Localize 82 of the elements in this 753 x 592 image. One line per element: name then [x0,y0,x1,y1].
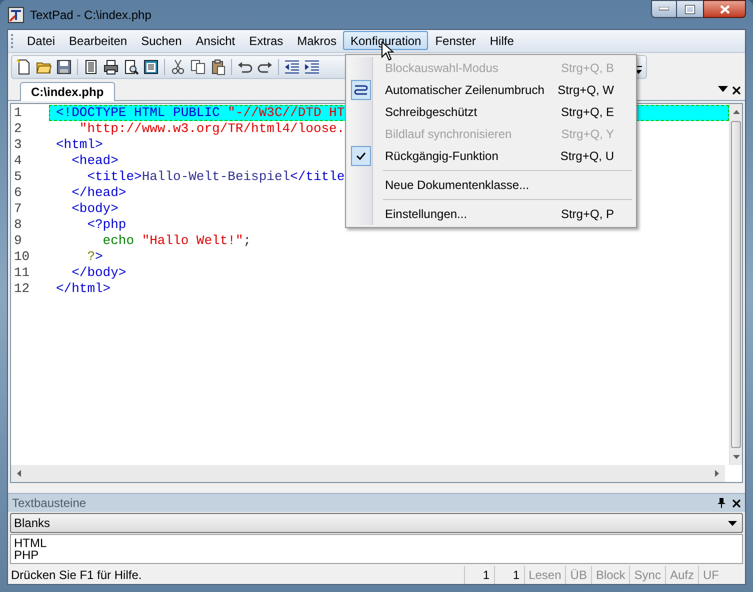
menu-item[interactable]: Ansicht [188,31,242,50]
status-field: UF [698,566,723,584]
close-icon[interactable] [732,86,741,95]
status-field: Block [590,566,630,584]
document-icon[interactable] [83,58,99,75]
new-file-icon[interactable] [16,58,32,75]
horizontal-scrollbar[interactable] [11,465,725,482]
menu-entry[interactable]: Automatischer Zeilenumbruch Strg+Q, W [348,79,634,101]
line-number: 4 [13,152,23,169]
menu-item[interactable]: Konfiguration [343,31,428,50]
code-line: <html> [55,136,103,153]
line-number: 3 [13,136,23,153]
window-icon[interactable] [143,58,159,75]
list-item[interactable]: PHP [14,549,39,562]
line-number: 11 [13,264,31,281]
dropdown-arrow-icon [728,520,737,526]
menu-item[interactable]: Suchen [134,31,189,50]
line-number: 5 [13,168,23,185]
code-line: </head> [70,184,126,201]
list-item[interactable]: HTML [14,537,47,550]
copy-icon[interactable] [190,58,206,75]
line-number: 6 [13,184,23,201]
code-line: <body> [70,200,118,217]
scroll-up-icon[interactable] [732,110,740,114]
pin-icon[interactable] [718,498,725,508]
line-number: 7 [13,200,23,217]
vertical-scrollbar[interactable] [729,104,742,466]
status-field: Lesen [524,566,566,584]
outdent-icon[interactable] [284,58,300,75]
file-tab[interactable]: C:\index.php [20,82,115,101]
close-icon [720,4,730,14]
code-line: "http://www.w3.org/TR/html4/loose. [78,120,345,137]
dropdown[interactable]: Blanks [10,513,743,534]
status-message: Drücken Sie F1 für Hilfe. [10,566,143,584]
status-field: 1 [494,566,524,584]
close-button[interactable] [703,0,746,18]
menu-item[interactable]: Hilfe [482,31,521,50]
save-icon[interactable] [56,58,72,75]
code-line: <?php [86,216,126,233]
indent-icon[interactable] [304,58,320,75]
status-field: ÜB [565,566,591,584]
code-line: echo "Hallo Welt!"; [102,232,252,249]
line-number: 2 [13,120,23,137]
status-field: Sync [629,566,665,584]
minimize-icon [659,7,669,11]
close-icon[interactable] [732,498,741,508]
clipboard-icon[interactable] [210,58,226,75]
menu-item[interactable]: Fenster [428,31,483,50]
scroll-down-icon[interactable] [732,454,740,459]
print-preview-icon[interactable] [123,58,139,75]
minimize-button[interactable] [651,0,677,18]
line-number: 1 [13,104,23,121]
code-line: </html> [55,280,111,297]
menu-entry[interactable]: Rückgängig-Funktion Strg+Q, U [348,145,634,167]
code-line: <head> [70,152,118,169]
menu-entry[interactable]: Neue Dokumentenklasse... [348,174,634,196]
scrollbar-thumb[interactable] [731,120,741,448]
status-field: 1 [464,566,494,584]
panel-title: Textbausteine [12,495,86,512]
menu-item[interactable]: Extras [242,31,290,50]
status-field: Aufz [664,566,698,584]
menu-entry[interactable]: Einstellungen... Strg+Q, P [348,203,634,225]
code-line: <title>Hallo-Welt-Beispiel</title [86,168,345,185]
wrap-icon [350,80,370,100]
app-icon [8,6,24,22]
menu-item[interactable]: Bearbeiten [62,31,134,50]
scroll-left-icon[interactable] [17,470,21,478]
dropdown-arrow-icon[interactable] [718,86,728,92]
code-line: </body> [70,264,126,281]
window-title: TextPad - C:\index.php [30,6,152,24]
scroll-right-icon[interactable] [715,470,719,478]
scissors-icon[interactable] [170,58,186,75]
line-number: 9 [13,232,23,249]
line-number: 12 [13,280,31,297]
maximize-button[interactable] [677,0,703,18]
code-line: ?> [86,248,103,265]
menu-item[interactable]: Datei [20,31,62,50]
menu-item[interactable]: Makros [290,31,344,50]
maximize-icon [685,4,695,14]
line-number: 8 [13,216,23,233]
line-number: 10 [13,248,31,265]
printer-icon[interactable] [103,58,119,75]
